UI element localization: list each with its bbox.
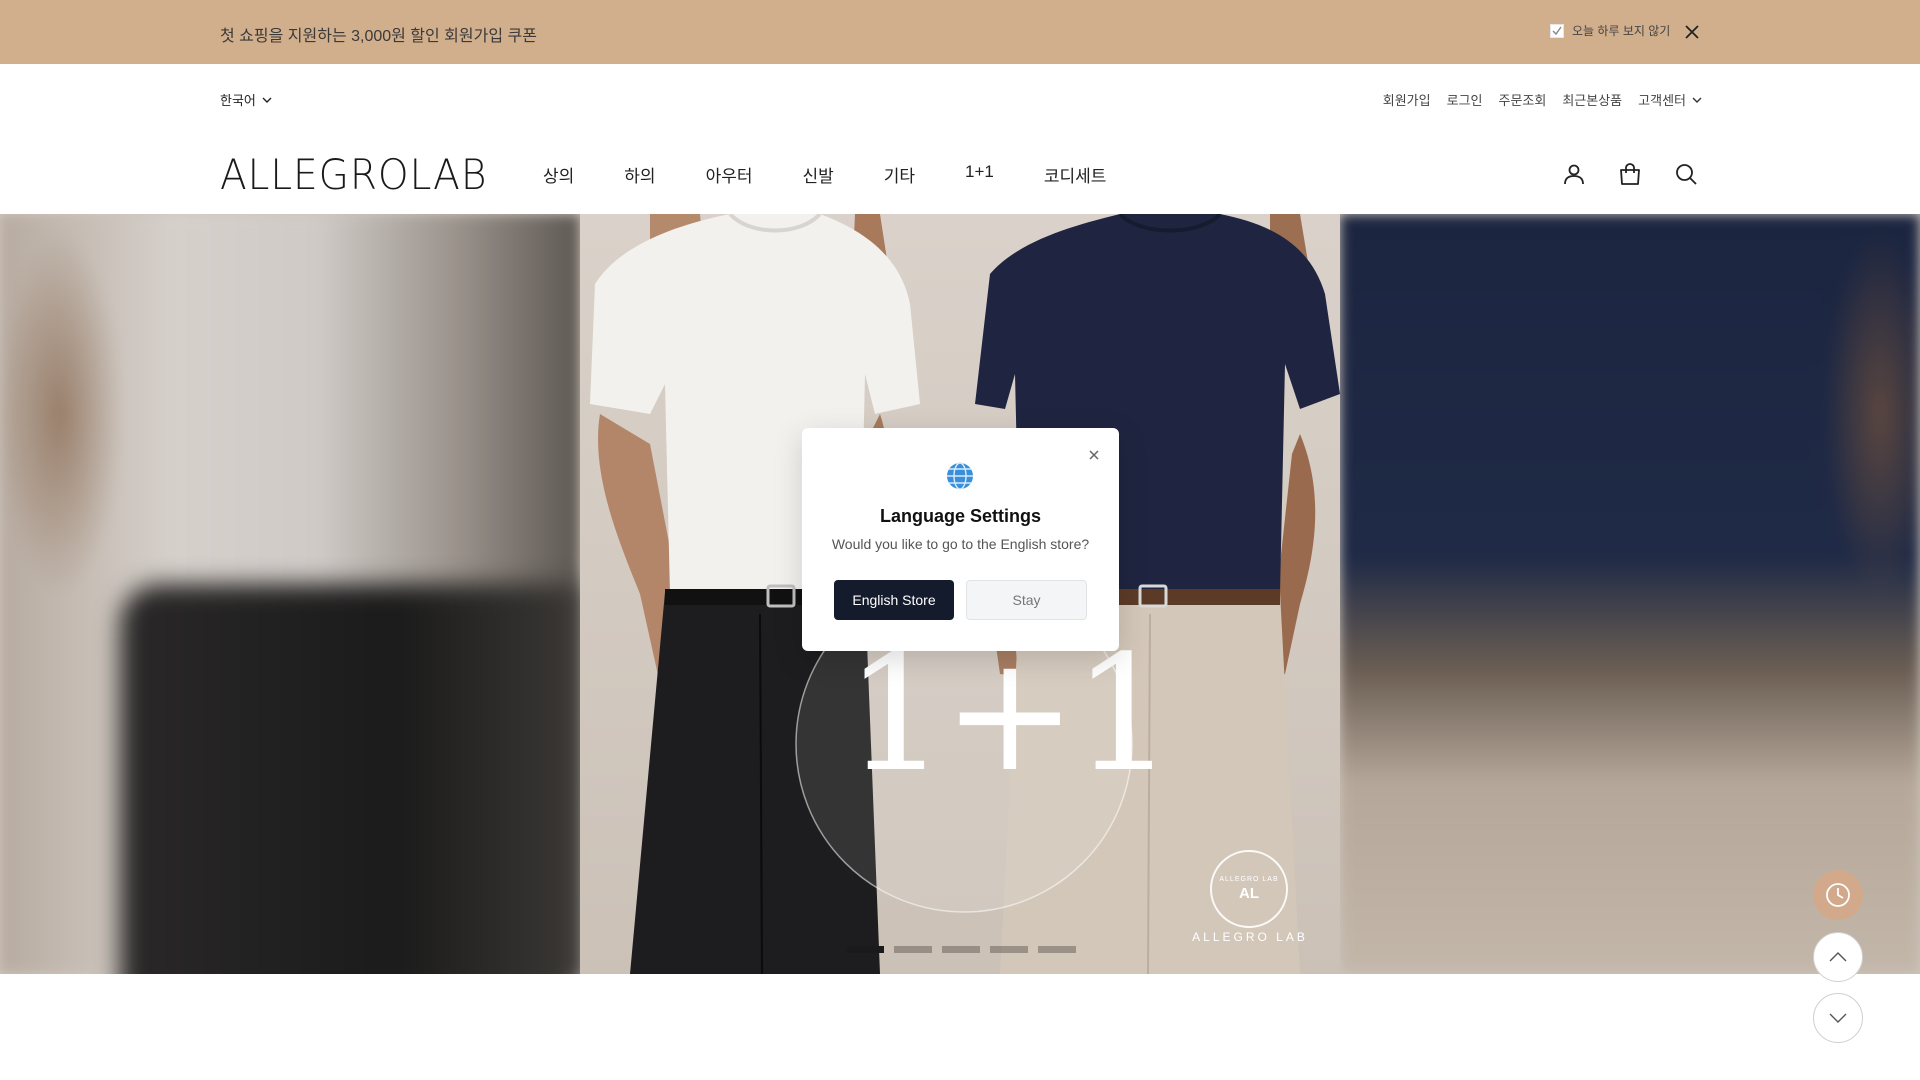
recent-history-button[interactable] [1813, 870, 1863, 920]
slider-dot[interactable] [942, 946, 980, 953]
hide-today-option[interactable]: 오늘 하루 보지 않기 [1550, 22, 1670, 39]
login-link[interactable]: 로그인 [1447, 90, 1483, 109]
brand-badge: ALLEGRO LAB AL [1210, 850, 1288, 928]
brand-badge-small-text: ALLEGRO LAB [1219, 876, 1279, 883]
hero-headline: 1+1 [845, 620, 1175, 807]
site-logo[interactable]: ALLEGROLAB [220, 150, 487, 199]
modal-message: Would you like to go to the English stor… [831, 536, 1090, 552]
recent-products-link[interactable]: 최근본상품 [1562, 90, 1622, 109]
search-icon[interactable] [1674, 162, 1698, 186]
signup-link[interactable]: 회원가입 [1383, 90, 1431, 109]
nav-item-one-plus-one[interactable]: 1+1 [965, 162, 994, 187]
nav-item-etc[interactable]: 기타 [884, 162, 915, 187]
customer-center-link[interactable]: 고객센터 [1638, 90, 1702, 109]
slider-pagination [846, 946, 1076, 953]
globe-icon [944, 460, 976, 492]
hero-side-image-right [1340, 214, 1920, 974]
scroll-bottom-button[interactable] [1813, 993, 1863, 1043]
slider-dot[interactable] [990, 946, 1028, 953]
nav-item-tops[interactable]: 상의 [543, 162, 574, 187]
chevron-up-icon [1829, 952, 1847, 962]
hide-today-label[interactable]: 오늘 하루 보지 않기 [1572, 22, 1670, 39]
brand-badge-initials: AL [1239, 885, 1259, 902]
nav-item-coordi-set[interactable]: 코디세트 [1044, 162, 1107, 187]
hide-today-checkbox[interactable] [1550, 23, 1564, 38]
modal-title: Language Settings [879, 506, 1041, 526]
promo-banner: 첫 쇼핑을 지원하는 3,000원 할인 회원가입 쿠폰 오늘 하루 보지 않기 [0, 0, 1920, 64]
close-icon[interactable] [1684, 24, 1700, 40]
chevron-down-icon [1692, 97, 1702, 103]
order-lookup-link[interactable]: 주문조회 [1499, 90, 1547, 109]
scroll-top-button[interactable] [1813, 932, 1863, 982]
language-label: 한국어 [220, 93, 256, 108]
chevron-down-icon [262, 97, 272, 103]
language-settings-modal: Language Settings Would you like to go t… [802, 428, 1119, 651]
close-icon[interactable] [1087, 448, 1101, 462]
utility-links: 회원가입 로그인 주문조회 최근본상품 고객센터 [1383, 90, 1702, 109]
slider-dot[interactable] [846, 946, 884, 953]
english-store-button[interactable]: English Store [834, 580, 954, 620]
clock-icon [1826, 883, 1850, 907]
nav-item-outer[interactable]: 아우터 [706, 162, 753, 187]
promo-text[interactable]: 첫 쇼핑을 지원하는 3,000원 할인 회원가입 쿠폰 [220, 22, 537, 46]
hero-side-image-left-detail [120, 584, 580, 974]
language-selector[interactable]: 한국어 [220, 90, 272, 109]
nav-item-bottoms[interactable]: 하의 [624, 162, 655, 187]
check-icon [1552, 26, 1562, 35]
header-icons [1562, 162, 1698, 186]
bag-icon[interactable] [1618, 162, 1642, 186]
brand-name-caption: ALLEGRO LAB [1192, 930, 1308, 944]
slider-dot[interactable] [1038, 946, 1076, 953]
customer-center-label: 고객센터 [1638, 93, 1686, 108]
nav-item-shoes[interactable]: 신발 [802, 162, 833, 187]
stay-button[interactable]: Stay [966, 580, 1087, 620]
chevron-down-icon [1829, 1013, 1847, 1023]
main-nav: 상의 하의 아우터 신발 기타 1+1 코디세트 [543, 162, 1156, 187]
user-icon[interactable] [1562, 162, 1586, 186]
slider-dot[interactable] [894, 946, 932, 953]
